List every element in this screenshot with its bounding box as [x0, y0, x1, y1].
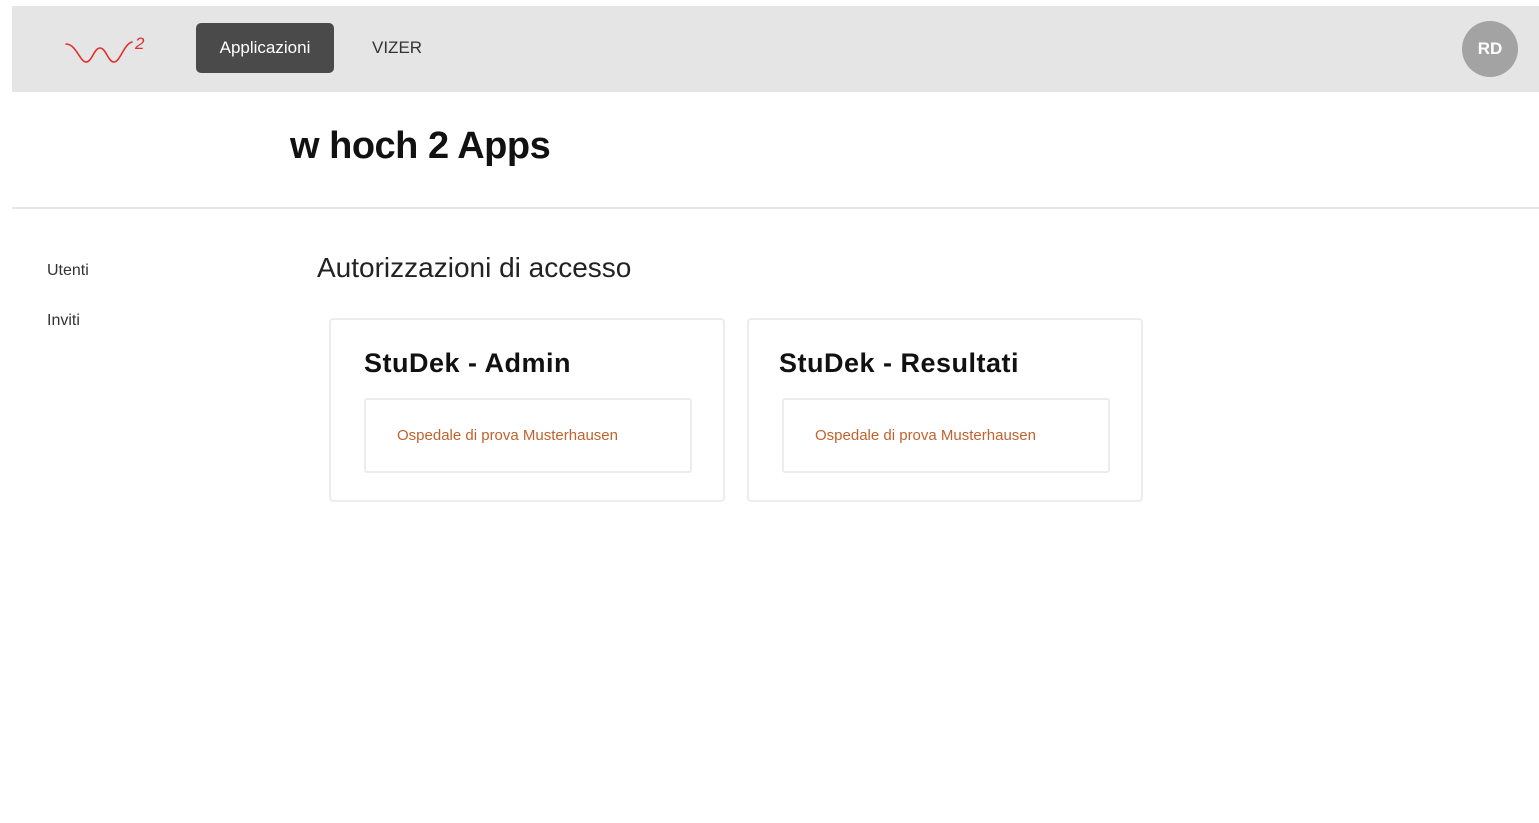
card-title: StuDek - Resultati	[779, 348, 1020, 378]
section-title: Autorizzazioni di accesso	[317, 252, 632, 283]
app-card-studek-admin: StuDek - Admin Ospedale di prova Musterh…	[329, 318, 725, 502]
app-card-studek-resultati: StuDek - Resultati Ospedale di prova Mus…	[747, 318, 1143, 502]
w-squared-logo-icon: 2	[65, 34, 145, 63]
page-title: w hoch 2 Apps	[290, 125, 551, 167]
svg-text:2: 2	[134, 34, 145, 53]
organization-link[interactable]: Ospedale di prova Musterhausen	[782, 398, 1110, 473]
sidebar-item-utenti[interactable]: Utenti	[47, 262, 89, 280]
nav-applicazioni-button[interactable]: Applicazioni	[196, 23, 334, 73]
nav-vizer-link[interactable]: VIZER	[372, 23, 422, 73]
app-logo[interactable]: 2	[62, 32, 154, 68]
top-navigation-bar: 2 Applicazioni VIZER RD	[12, 6, 1539, 92]
header-divider	[12, 207, 1539, 209]
organization-link[interactable]: Ospedale di prova Musterhausen	[364, 398, 692, 473]
user-avatar[interactable]: RD	[1462, 21, 1518, 77]
sidebar-item-inviti[interactable]: Inviti	[47, 312, 80, 330]
card-title: StuDek - Admin	[364, 348, 572, 378]
